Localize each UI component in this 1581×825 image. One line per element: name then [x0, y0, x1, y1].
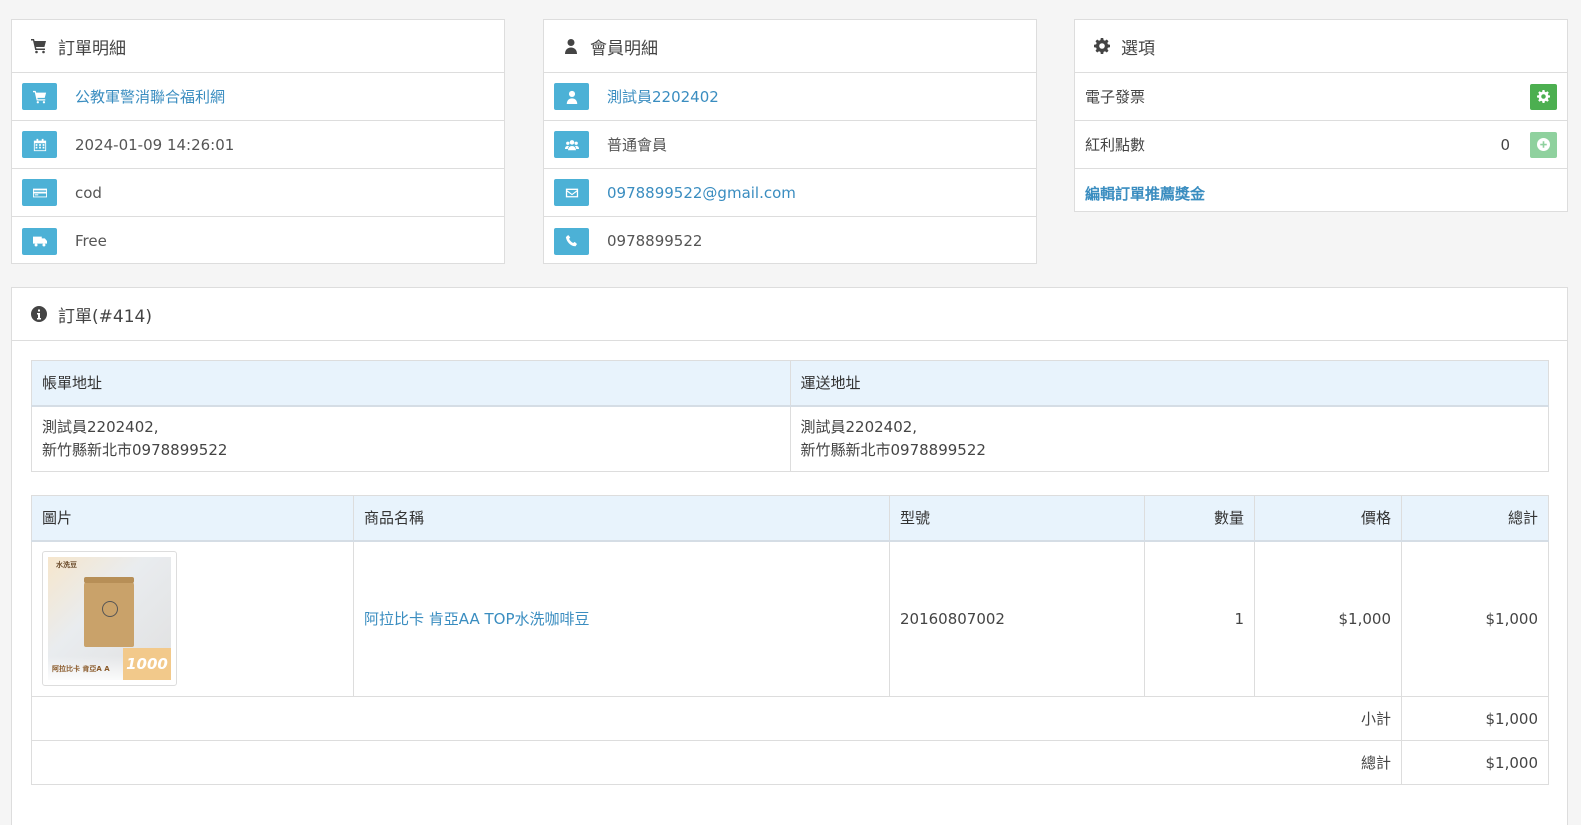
store-link[interactable]: 公教軍警消聯合福利網	[75, 86, 225, 107]
address-table: 帳單地址 運送地址 測試員2202402, 新竹縣新北市0978899522 測…	[31, 360, 1549, 472]
customer-phone-row: 0978899522	[544, 217, 1036, 265]
product-total: $1,000	[1401, 540, 1549, 697]
customer-details-panel: 會員明細 測試員2202402 普通會員 0978899522@gmail.co…	[543, 19, 1037, 264]
shipping-method: Free	[75, 232, 107, 250]
customer-name-link[interactable]: 測試員2202402	[607, 86, 719, 107]
shipping-address-header: 運送地址	[789, 360, 1549, 407]
payment-address-cell: 測試員2202402, 新竹縣新北市0978899522	[31, 405, 791, 472]
subtotal-label: 小計	[31, 696, 1402, 741]
reward-points-label: 紅利點數	[1085, 136, 1146, 154]
customer-details-title: 會員明細	[590, 38, 658, 59]
coffee-bag-shape	[84, 577, 134, 648]
options-title: 選項	[1121, 38, 1155, 59]
grand-total-value: $1,000	[1401, 740, 1549, 785]
payment-address-header: 帳單地址	[31, 360, 791, 407]
thumb-top-text: 水洗豆	[56, 561, 77, 570]
customer-details-heading: 會員明細	[544, 20, 1036, 73]
calendar-icon[interactable]	[22, 131, 57, 158]
address-table-wrap: 帳單地址 運送地址 測試員2202402, 新竹縣新北市0978899522 測…	[31, 360, 1549, 472]
thumb-caption: 阿拉比卡 肯亞A A	[52, 665, 110, 674]
payment-method: cod	[75, 183, 102, 202]
user-icon	[562, 37, 580, 55]
truck-icon[interactable]	[22, 227, 57, 255]
add-reward-button[interactable]	[1530, 131, 1557, 158]
order-store-row: 公教軍警消聯合福利網	[12, 73, 504, 121]
invoice-settings-button[interactable]	[1530, 83, 1557, 110]
order-details-title: 訂單明細	[58, 38, 126, 59]
edit-commission-link[interactable]: 編輯訂單推薦獎金	[1085, 183, 1205, 204]
options-heading: 選項	[1075, 20, 1567, 73]
envelope-icon[interactable]	[554, 179, 589, 206]
product-quantity: 1	[1144, 540, 1255, 697]
credit-card-icon[interactable]	[22, 179, 57, 206]
product-table: 圖片 商品名稱 型號 數量 價格 總計 水洗豆 阿拉比卡 肯亞A A 1000 …	[31, 495, 1549, 785]
customer-email-link[interactable]: 0978899522@gmail.com	[607, 184, 796, 202]
shipping-address-cell: 測試員2202402, 新竹縣新北市0978899522	[789, 405, 1549, 472]
customer-group: 普通會員	[607, 136, 668, 154]
product-name-link[interactable]: 阿拉比卡 肯亞AA TOP水洗咖啡豆	[364, 610, 590, 628]
order-details-panel: 訂單明細 公教軍警消聯合福利網 2024-01-09 14:26:01 cod …	[11, 19, 505, 264]
grand-total-row: 總計 $1,000	[31, 740, 1549, 785]
total-header: 總計	[1401, 495, 1549, 542]
model-header: 型號	[889, 495, 1145, 542]
shipping-address-line1: 測試員2202402,	[800, 417, 918, 436]
name-header: 商品名稱	[353, 495, 890, 542]
payment-address-line2: 新竹縣新北市0978899522	[42, 440, 228, 459]
product-price: $1,000	[1254, 540, 1402, 697]
subtotal-value: $1,000	[1401, 696, 1549, 741]
product-image-cell: 水洗豆 阿拉比卡 肯亞A A 1000	[31, 540, 354, 697]
shipping-address-line2: 新竹縣新北市0978899522	[800, 440, 986, 459]
grand-total-label: 總計	[31, 740, 1402, 785]
order-details-heading: 訂單明細	[12, 20, 504, 73]
customer-email-row: 0978899522@gmail.com	[544, 169, 1036, 217]
invoice-label: 電子發票	[1085, 88, 1146, 106]
invoice-row: 電子發票	[1075, 73, 1567, 121]
options-panel: 選項 電子發票 紅利點數 0 編輯訂單推薦獎金	[1074, 19, 1568, 212]
product-thumbnail[interactable]: 水洗豆 阿拉比卡 肯亞A A 1000	[42, 551, 177, 687]
plus-circle-icon	[1537, 138, 1550, 151]
image-header: 圖片	[31, 495, 354, 542]
order-heading: 訂單(#414)	[12, 288, 1567, 341]
product-table-wrap: 圖片 商品名稱 型號 數量 價格 總計 水洗豆 阿拉比卡 肯亞A A 1000 …	[31, 495, 1549, 785]
price-header: 價格	[1254, 495, 1402, 542]
gear-icon	[1093, 37, 1111, 55]
reward-points-value: 0	[1500, 135, 1510, 154]
customer-user-icon[interactable]	[554, 83, 589, 110]
customer-phone: 0978899522	[607, 232, 703, 250]
order-title: 訂單(#414)	[58, 306, 152, 327]
payment-method-row: cod	[12, 169, 504, 217]
thumb-badge: 1000	[123, 648, 171, 681]
order-date: 2024-01-09 14:26:01	[75, 135, 235, 154]
customer-group-row: 普通會員	[544, 121, 1036, 169]
order-date-row: 2024-01-09 14:26:01	[12, 121, 504, 169]
gear-icon	[1537, 90, 1550, 103]
product-name-cell: 阿拉比卡 肯亞AA TOP水洗咖啡豆	[353, 540, 890, 697]
phone-icon[interactable]	[554, 227, 589, 255]
coffee-bag-image: 水洗豆 阿拉比卡 肯亞A A 1000	[48, 557, 171, 681]
group-icon[interactable]	[554, 131, 589, 158]
shipping-method-row: Free	[12, 217, 504, 265]
info-circle-icon	[30, 305, 48, 323]
commission-row: 編輯訂單推薦獎金	[1075, 169, 1567, 217]
table-row: 水洗豆 阿拉比卡 肯亞A A 1000 阿拉比卡 肯亞AA TOP水洗咖啡豆 2…	[31, 540, 1549, 697]
shopping-cart-icon	[30, 37, 48, 55]
product-model: 20160807002	[889, 540, 1145, 697]
store-cart-icon[interactable]	[22, 83, 57, 110]
payment-address-line1: 測試員2202402,	[42, 417, 159, 436]
quantity-header: 數量	[1144, 495, 1255, 542]
subtotal-row: 小計 $1,000	[31, 696, 1549, 741]
reward-points-row: 紅利點數 0	[1075, 121, 1567, 169]
order-panel: 訂單(#414) 帳單地址 運送地址 測試員2202402, 新竹縣新北市097…	[11, 287, 1568, 825]
customer-name-row: 測試員2202402	[544, 73, 1036, 121]
